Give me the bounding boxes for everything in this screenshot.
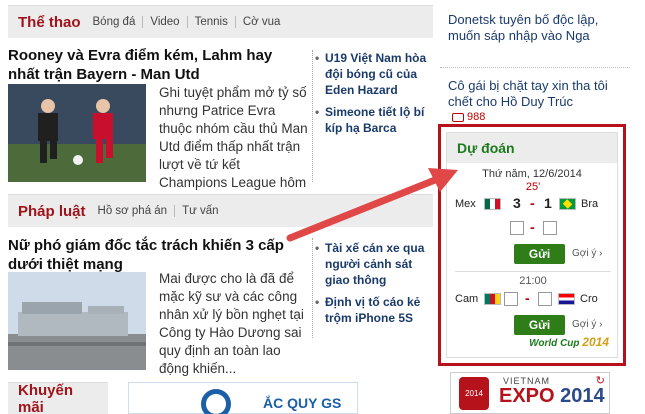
match-1-home-team: Mex	[455, 198, 476, 210]
match-2: 21:00 Cam - Cro Gửi Gợi ý ›	[447, 275, 619, 367]
expo-banner-year: 2014	[560, 385, 605, 407]
prediction-panel: Dự đoán Thứ năm, 12/6/2014 25' Mex 3 - 1…	[446, 132, 618, 358]
subnav-bong-da[interactable]: Bóng đá	[93, 16, 143, 28]
match-1-submit-button[interactable]: Gửi	[514, 244, 565, 264]
sports-related-list: U19 Việt Nam hòa đội bóng cũ của Eden Ha…	[313, 50, 431, 142]
expo-banner-word: EXPO	[499, 385, 555, 407]
prediction-title: Dự đoán	[447, 133, 617, 163]
world-cup-logo-year: 2014	[582, 335, 609, 349]
match-divider	[455, 271, 611, 272]
right-news-link-2[interactable]: Cô gái bị chặt tay xin tha tôi chết cho …	[448, 78, 628, 110]
brazil-flag-icon	[559, 198, 576, 210]
cameroon-flag-icon	[484, 293, 501, 305]
match-2-hint-label: Gợi ý	[572, 319, 597, 330]
match-1: 25' Mex 3 - 1 Bra - Gửi Gợi ý ›	[447, 181, 619, 273]
match-1-home-score: 3	[513, 195, 521, 211]
subnav-ho-so-pha-an[interactable]: Hồ sơ phá án	[98, 205, 175, 217]
sports-thumbnail-image[interactable]	[8, 84, 146, 182]
match-2-submit-button[interactable]: Gửi	[514, 315, 565, 335]
subnav-co-vua[interactable]: Cờ vua	[234, 16, 288, 28]
match-2-home-input[interactable]	[504, 292, 518, 306]
list-item[interactable]: Simeone tiết lộ bí kíp hạ Barca	[313, 104, 431, 136]
match-1-input-dash: -	[530, 219, 535, 235]
comment-count-value: 988	[467, 111, 486, 123]
match-1-score-dash: -	[530, 195, 535, 211]
law-related-list: Tài xế cán xe qua người cảnh sát giao th…	[313, 240, 431, 332]
world-cup-logo: World Cup 2014	[529, 335, 609, 349]
list-item[interactable]: U19 Việt Nam hòa đội bóng cũ của Eden Ha…	[313, 50, 431, 98]
croatia-flag-icon	[558, 293, 575, 305]
subnav-tu-van[interactable]: Tư vấn	[174, 205, 225, 217]
subnav-video[interactable]: Video	[142, 16, 186, 28]
refresh-icon[interactable]: ↻	[596, 374, 605, 387]
sports-summary: Ghi tuyệt phẩm mở tỷ số nhưng Patrice Ev…	[159, 85, 308, 208]
match-2-hint-link[interactable]: Gợi ý ›	[572, 319, 602, 330]
law-summary: Mai được cho là đã để mặc kỹ sư và các c…	[159, 271, 304, 376]
prediction-date: Thứ năm, 12/6/2014	[482, 168, 582, 180]
law-section-header: Pháp luật Hồ sơ phá án Tư vấn	[8, 194, 433, 227]
world-cup-logo-text: World Cup	[529, 338, 580, 349]
match-1-away-team: Bra	[581, 198, 599, 210]
expo-logo-icon: 2014	[459, 377, 489, 410]
promo-banner[interactable]: ẮC QUY GS	[128, 382, 358, 414]
battery-brand-icon	[201, 389, 231, 414]
promo-section-title[interactable]: Khuyến mãi	[8, 382, 108, 414]
right-news-link-1[interactable]: Donetsk tuyên bố độc lập, muốn sáp nhập …	[448, 12, 628, 44]
page: Thể thao Bóng đá Video Tennis Cờ vua Roo…	[0, 0, 645, 414]
match-2-home-team: Cam	[455, 293, 479, 305]
sports-section-title[interactable]: Thể thao	[8, 14, 93, 31]
right-news-divider	[440, 67, 630, 68]
law-thumbnail-image[interactable]	[8, 272, 146, 370]
match-2-time: 21:00	[519, 275, 547, 287]
match-1-hint-label: Gợi ý	[572, 248, 597, 259]
match-2-input-dash: -	[525, 290, 530, 306]
match-2-away-team: Cro	[580, 293, 598, 305]
subnav-tennis[interactable]: Tennis	[186, 16, 235, 28]
main-column: Thể thao Bóng đá Video Tennis Cờ vua Roo…	[8, 0, 433, 414]
vietnam-expo-banner[interactable]: 2014 VIETNAM EXPO 2014 ↻	[450, 372, 610, 414]
match-1-home-input[interactable]	[510, 221, 524, 235]
list-item[interactable]: Tài xế cán xe qua người cảnh sát giao th…	[313, 240, 431, 288]
sports-headline[interactable]: Rooney và Evra điểm kém, Lahm hay nhất t…	[8, 46, 306, 84]
list-item[interactable]: Định vị tố cáo kẻ trộm iPhone 5S	[313, 294, 431, 326]
promo-banner-text: ẮC QUY GS	[263, 395, 342, 411]
match-1-away-input[interactable]	[543, 221, 557, 235]
promo-section-header: Khuyến mãi	[8, 382, 108, 414]
sports-section-header: Thể thao Bóng đá Video Tennis Cờ vua	[8, 5, 433, 38]
expo-banner-main-text: EXPO 2014	[499, 385, 605, 408]
match-1-away-score: 1	[544, 195, 552, 211]
match-1-hint-link[interactable]: Gợi ý ›	[572, 248, 602, 259]
comment-count[interactable]: 988	[452, 111, 485, 123]
match-1-minute: 25'	[525, 181, 541, 193]
mexico-flag-icon	[484, 198, 501, 210]
prediction-widget: Dự đoán Thứ năm, 12/6/2014 25' Mex 3 - 1…	[438, 124, 626, 366]
match-2-away-input[interactable]	[538, 292, 552, 306]
law-headline[interactable]: Nữ phó giám đốc tắc trách khiến 3 cấp dư…	[8, 236, 293, 274]
law-section-title[interactable]: Pháp luật	[8, 203, 98, 220]
comment-icon	[452, 112, 464, 122]
